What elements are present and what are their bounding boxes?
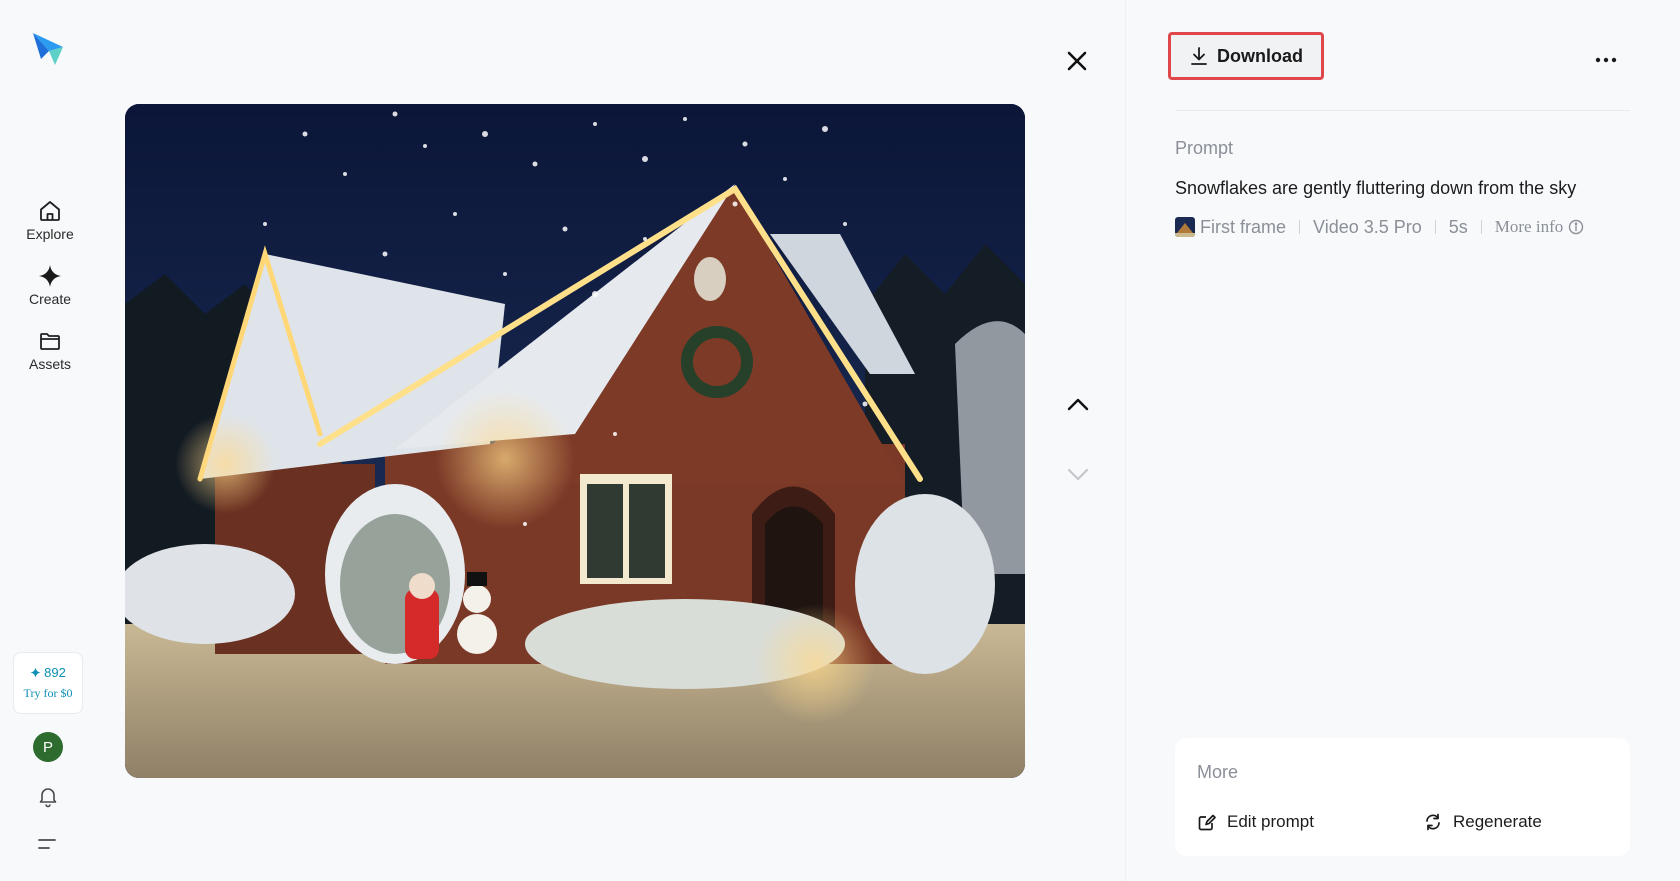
- edit-prompt-button[interactable]: Edit prompt: [1197, 812, 1314, 832]
- bell-icon[interactable]: [36, 784, 60, 808]
- app-root: Explore Create Assets 892 Try for $0 P D…: [0, 0, 1680, 881]
- chevron-down-icon[interactable]: [1066, 465, 1090, 485]
- edit-prompt-label: Edit prompt: [1227, 812, 1314, 831]
- credits-value: 892: [44, 665, 66, 680]
- model-label: Video 3.5 Pro: [1313, 216, 1422, 237]
- generation-meta: First frame Video 3.5 Pro 5s More info: [1175, 216, 1584, 238]
- prompt-text: Snowflakes are gently fluttering down fr…: [1175, 178, 1577, 198]
- more-actions-card: More Edit prompt Regenerate: [1175, 738, 1630, 856]
- sparkle-icon: [30, 667, 41, 678]
- header-divider: [1175, 110, 1630, 111]
- sidebar: Explore Create Assets 892 Try for $0 P: [0, 0, 100, 881]
- chevron-up-icon[interactable]: [1066, 394, 1090, 414]
- close-icon[interactable]: [1064, 48, 1090, 74]
- more-info-label: More info: [1494, 217, 1564, 236]
- meta-separator: [1480, 220, 1482, 234]
- generated-media-preview[interactable]: [125, 104, 1025, 778]
- credits-count: 892: [30, 665, 66, 680]
- credits-card[interactable]: 892 Try for $0: [13, 652, 83, 714]
- prompt-label: Prompt: [1175, 138, 1234, 158]
- try-free-link[interactable]: Try for $0: [24, 686, 73, 701]
- sidebar-item-label: Assets: [28, 356, 71, 372]
- more-title: More: [1197, 762, 1239, 782]
- regenerate-icon: [1426, 813, 1440, 831]
- menu-icon[interactable]: [36, 834, 58, 854]
- first-frame-label: First frame: [1200, 216, 1287, 237]
- app-logo[interactable]: [31, 31, 65, 67]
- meta-separator: [1299, 220, 1301, 234]
- download-icon: [1191, 47, 1207, 65]
- regenerate-button[interactable]: Regenerate: [1423, 812, 1542, 832]
- sidebar-item-label: Explore: [26, 226, 74, 242]
- download-button[interactable]: Download: [1168, 32, 1324, 80]
- more-info-link[interactable]: More info: [1495, 217, 1584, 237]
- download-label: Download: [1217, 45, 1303, 66]
- avatar[interactable]: P: [33, 732, 63, 762]
- sparkle-icon: [37, 263, 63, 289]
- sidebar-item-explore[interactable]: Explore: [10, 198, 90, 258]
- first-frame-thumbnail: [1175, 217, 1195, 237]
- folder-icon: [37, 328, 63, 354]
- sidebar-item-label: Create: [28, 291, 72, 307]
- edit-icon: [1198, 814, 1216, 831]
- sidebar-item-create[interactable]: Create: [10, 263, 90, 323]
- ellipsis-icon[interactable]: [1594, 50, 1618, 70]
- duration-label: 5s: [1448, 216, 1468, 237]
- info-icon: [1569, 219, 1584, 235]
- regenerate-label: Regenerate: [1453, 812, 1542, 831]
- panel-divider: [1125, 0, 1126, 881]
- sidebar-item-assets[interactable]: Assets: [10, 328, 90, 388]
- meta-separator: [1434, 220, 1436, 234]
- home-icon: [37, 198, 63, 224]
